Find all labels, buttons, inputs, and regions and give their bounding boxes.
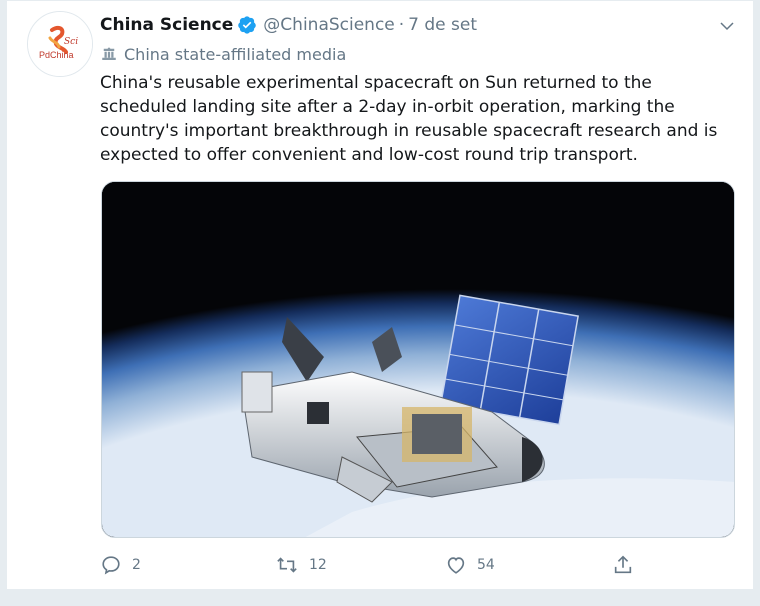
- tweet-date[interactable]: 7 de set: [408, 15, 477, 35]
- reply-button[interactable]: 2: [100, 554, 141, 576]
- chevron-down-icon[interactable]: [715, 14, 739, 38]
- tweet-actions: 2 12 54: [100, 549, 640, 581]
- author-name[interactable]: China Science: [100, 15, 233, 35]
- retweet-button[interactable]: 12: [275, 554, 327, 576]
- reply-icon: [102, 556, 120, 575]
- timeline-background: [0, 590, 760, 606]
- like-button[interactable]: 54: [445, 554, 495, 576]
- tweet-header: China Science @ChinaScience · 7 de set: [100, 12, 739, 38]
- retweet-count: 12: [309, 557, 327, 573]
- verified-badge-icon: [237, 15, 257, 35]
- share-button[interactable]: [612, 554, 644, 576]
- reply-count: 2: [132, 557, 141, 573]
- separator-dot: ·: [398, 15, 405, 35]
- tweet-card[interactable]: Sci PdChina China Science @ChinaScience …: [6, 0, 754, 590]
- avatar-sci-text: Sci: [64, 37, 78, 47]
- affiliation-text: China state-affiliated media: [124, 44, 347, 64]
- tweet-text: China's reusable experimental spacecraft…: [100, 73, 718, 165]
- like-count: 54: [477, 557, 495, 573]
- spacecraft-image: [102, 182, 734, 537]
- retweet-icon: [277, 557, 297, 573]
- avatar-pdchina-text: PdChina: [39, 50, 74, 60]
- pdchina-logo-icon: Sci PdChina: [28, 12, 92, 76]
- state-media-icon: [102, 47, 116, 60]
- avatar[interactable]: Sci PdChina: [27, 11, 93, 77]
- state-media-label[interactable]: China state-affiliated media: [100, 43, 346, 65]
- share-icon: [614, 555, 632, 574]
- heart-icon: [447, 557, 465, 574]
- tweet-image[interactable]: [101, 181, 735, 538]
- author-handle[interactable]: @ChinaScience: [263, 15, 394, 35]
